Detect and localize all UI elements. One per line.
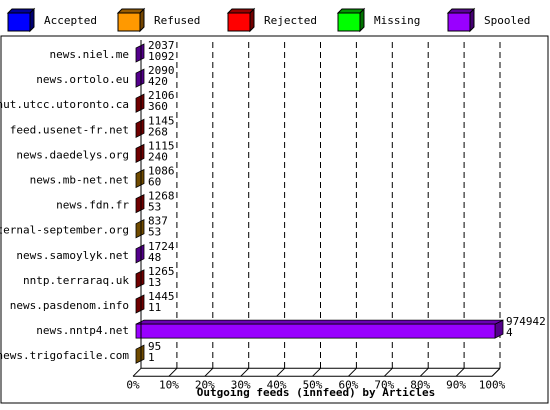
count-secondary: 360	[148, 100, 168, 113]
x-tick-label: 0%	[126, 378, 140, 391]
legend-label: Missing	[374, 14, 420, 27]
bar	[135, 323, 496, 339]
count-secondary: 48	[148, 251, 161, 264]
legend-swatch-side	[359, 7, 365, 33]
count-secondary: 420	[148, 75, 168, 88]
count-secondary: 1	[148, 351, 155, 364]
server-label: news.samoylyk.net	[16, 249, 129, 262]
count-secondary: 240	[148, 150, 168, 163]
server-label: news.mb-net.net	[30, 174, 129, 187]
x-tick-label: 90%	[446, 378, 466, 391]
x-tick-label: 10%	[159, 378, 179, 391]
legend-label: Spooled	[484, 14, 530, 27]
x-axis-title: Outgoing feeds (innfeed) by Articles	[197, 386, 435, 399]
server-label: news.daedelys.org	[16, 148, 129, 161]
legend-swatch-side	[29, 7, 35, 33]
legend-swatch	[447, 12, 471, 32]
legend-swatch-side	[139, 7, 145, 33]
server-label: news.nntp4.net	[36, 324, 129, 337]
count-secondary: 4	[506, 326, 513, 339]
server-label: eternal-september.org	[0, 224, 129, 237]
server-label: news.trigofacile.com	[0, 349, 129, 362]
legend-label: Refused	[154, 14, 200, 27]
server-label: nntp.terraraq.uk	[23, 274, 129, 287]
count-secondary: 53	[148, 201, 161, 214]
count-secondary: 60	[148, 176, 161, 189]
count-secondary: 11	[148, 301, 161, 314]
server-label: news.fdn.fr	[56, 199, 129, 212]
feed-chart: Accepted Refused Rejected Missing Spooled ne…	[0, 0, 550, 405]
x-tick-label: 100%	[479, 378, 506, 391]
bar-top	[135, 319, 504, 325]
legend-swatch	[117, 12, 141, 32]
legend-swatch	[337, 12, 361, 32]
legend-swatch	[227, 12, 251, 32]
legend-label: Accepted	[44, 14, 97, 27]
legend-swatch	[7, 12, 31, 32]
count-secondary: 13	[148, 276, 161, 289]
server-label: nut.utcc.utoronto.ca	[0, 98, 129, 111]
chart-root: Accepted Refused Rejected Missing Spooled ne…	[0, 0, 550, 405]
server-label: news.pasdenom.info	[10, 299, 129, 312]
server-label: news.niel.me	[50, 48, 129, 61]
count-secondary: 53	[148, 226, 161, 239]
server-label: feed.usenet-fr.net	[10, 123, 129, 136]
legend-label: Rejected	[264, 14, 317, 27]
legend-swatch-side	[249, 7, 255, 33]
count-secondary: 1092	[148, 50, 175, 63]
count-secondary: 268	[148, 125, 168, 138]
legend-swatch-side	[469, 7, 475, 33]
server-label: news.ortolo.eu	[36, 73, 129, 86]
